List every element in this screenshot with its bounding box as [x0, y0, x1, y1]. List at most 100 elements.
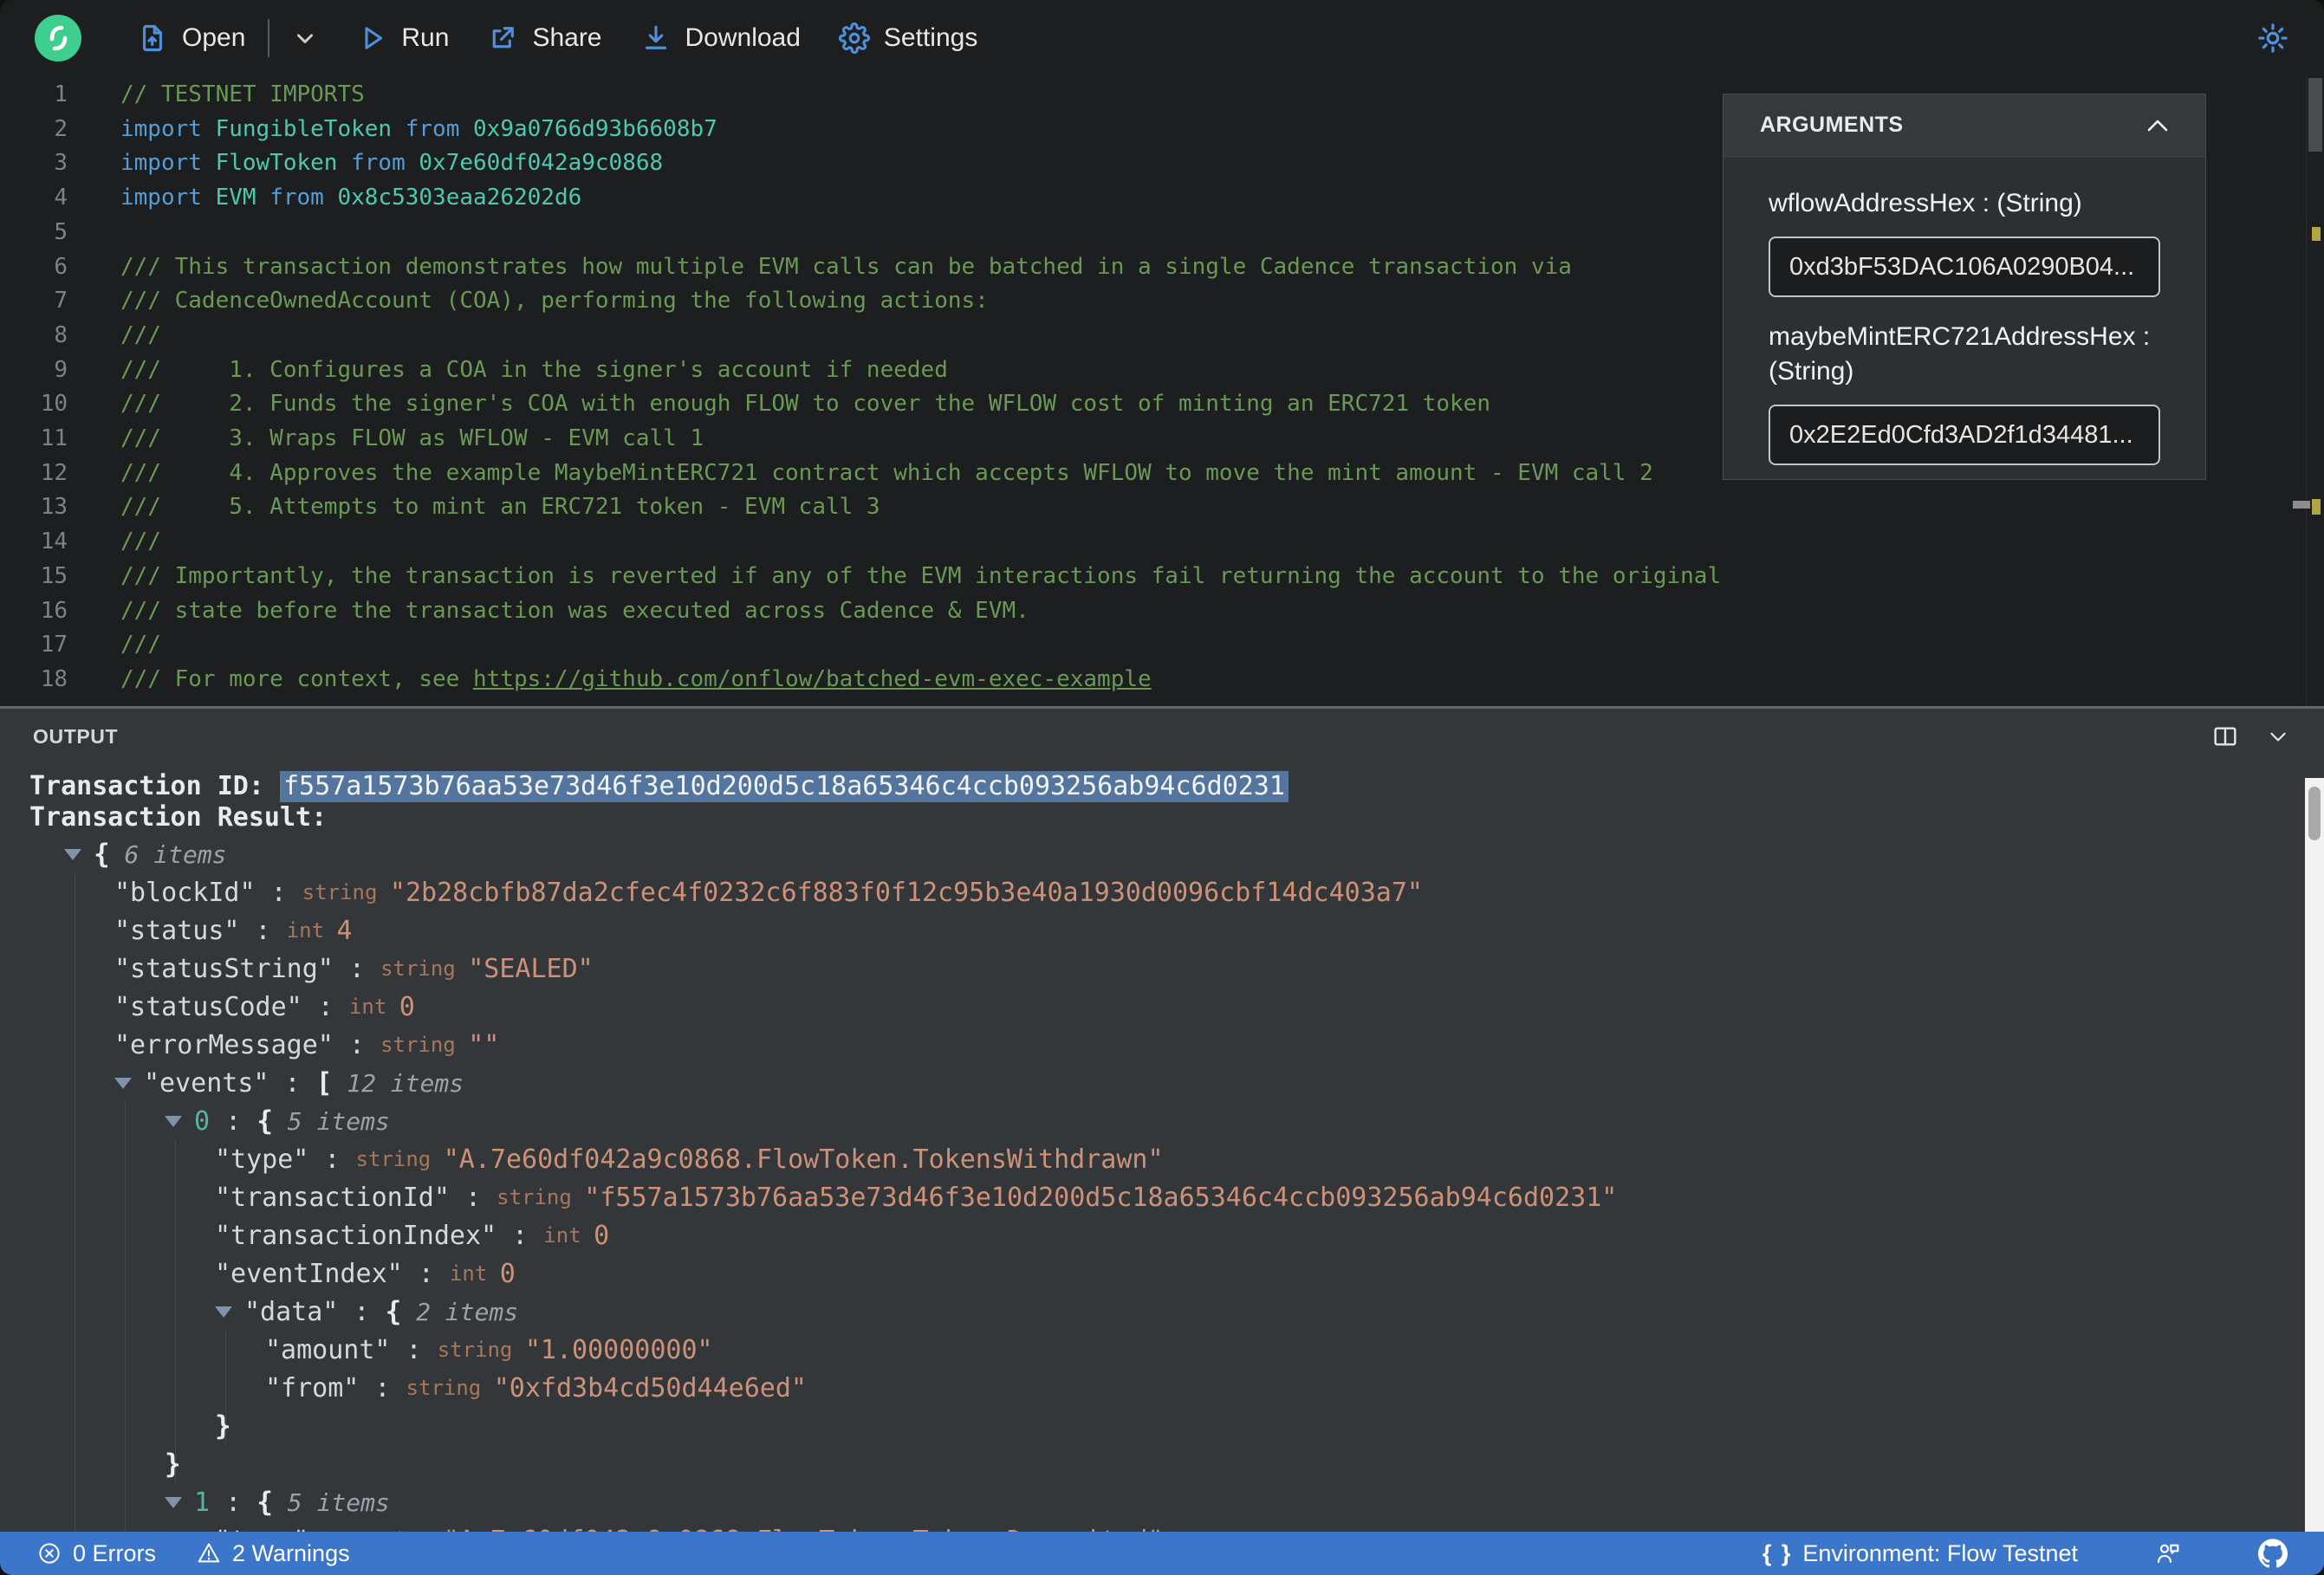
editor-scrollbar-thumb[interactable] [2308, 78, 2322, 152]
json-close-bracket: } [165, 1449, 181, 1480]
code-token: 0x7e60df042a9c0868 [419, 150, 664, 177]
json-key: "from" [265, 1372, 360, 1403]
json-key: "transactionId" [215, 1182, 450, 1213]
json-tree-row: "amount" : string "1.00000000" [29, 1331, 2289, 1369]
code-token: FlowToken [215, 150, 352, 177]
json-tree-row: "status" : int 4 [29, 911, 2289, 950]
code-link[interactable]: https://github.com/onflow/batched-evm-ex… [473, 666, 1152, 692]
code-token: /// [120, 632, 161, 658]
code-token: EVM [215, 185, 270, 211]
json-type-label: string [380, 956, 469, 981]
transaction-result-label: Transaction Result: [29, 802, 328, 833]
json-tree-row: "errorMessage" : string "" [29, 1026, 2289, 1064]
toolbar: Open Run Share Download Settings [0, 0, 2324, 76]
code-token: import [120, 115, 216, 142]
flow-logo[interactable] [35, 15, 81, 62]
chevron-down-icon[interactable] [2265, 723, 2291, 749]
json-key: "blockId" [114, 877, 256, 908]
argument-input-maybeMintERC721AddressHex[interactable] [1769, 405, 2160, 465]
open-button[interactable]: Open [137, 23, 245, 54]
json-value: 0 [399, 991, 415, 1022]
run-button[interactable]: Run [356, 23, 449, 54]
code-token: /// 1. Configures a COA in the signer's … [120, 356, 948, 383]
gear-icon [838, 23, 870, 54]
json-tree-row: 0 : { 5 items [29, 1102, 2289, 1140]
json-type-label: string [302, 880, 390, 904]
arguments-panel-header[interactable]: ARGUMENTS [1724, 94, 2205, 157]
argument-input-wflowAddressHex[interactable] [1769, 237, 2160, 297]
json-value: "SEALED" [468, 953, 594, 984]
json-type-label: int [449, 1261, 500, 1286]
json-separator: : [359, 1372, 406, 1403]
json-close-row: } [29, 1445, 2289, 1483]
code-line: 16 /// state before the transaction was e… [0, 594, 2324, 629]
json-value: "" [468, 1029, 500, 1060]
environment-label: Environment: Flow Testnet [1802, 1539, 2078, 1566]
json-key: "events" [144, 1067, 269, 1099]
json-type-label: string [406, 1376, 494, 1400]
line-number: 6 [54, 253, 68, 280]
expander-arrow-icon[interactable] [165, 1496, 182, 1508]
open-dropdown-button[interactable] [292, 25, 318, 51]
json-tree-row: "statusCode" : int 0 [29, 988, 2289, 1026]
github-link[interactable] [2258, 1539, 2288, 1568]
chevron-up-icon[interactable] [2145, 117, 2171, 134]
json-separator: : [402, 1258, 450, 1289]
json-tree-row: "blockId" : string "2b28cbfb87da2cfec4f0… [29, 873, 2289, 911]
json-key: "errorMessage" [114, 1029, 334, 1060]
expander-arrow-icon[interactable] [165, 1115, 182, 1127]
json-bracket: { [94, 839, 110, 870]
feedback-button[interactable] [2154, 1539, 2182, 1567]
expander-arrow-icon[interactable] [64, 848, 81, 860]
warning-triangle-icon [198, 1543, 220, 1563]
share-button-label: Share [532, 23, 602, 52]
theme-toggle-button[interactable] [2256, 22, 2289, 55]
json-type-label: int [348, 995, 399, 1019]
json-item-count: 2 items [401, 1297, 519, 1326]
line-number: 1 [54, 81, 68, 107]
download-button[interactable]: Download [640, 23, 801, 54]
json-key: "eventIndex" [215, 1258, 403, 1289]
json-index: 0 [194, 1105, 211, 1137]
json-separator: : [338, 1296, 386, 1327]
json-type-label: string [497, 1185, 585, 1209]
toolbar-divider [268, 19, 270, 57]
line-number: 7 [54, 288, 68, 314]
code-line: 13 /// 5. Attempts to mint an ERC721 toke… [0, 490, 2324, 525]
output-scrollbar-track[interactable] [2305, 778, 2324, 1532]
settings-button[interactable]: Settings [838, 23, 977, 54]
json-separator: : [210, 1487, 257, 1518]
line-number: 18 [40, 665, 68, 692]
json-separator: : [333, 953, 381, 984]
json-close-row: } [29, 1407, 2289, 1445]
expander-arrow-icon[interactable] [114, 1077, 132, 1089]
environment-status[interactable]: { } Environment: Flow Testnet [1762, 1540, 2078, 1567]
expander-arrow-icon[interactable] [215, 1306, 232, 1318]
code-token: import [120, 150, 216, 177]
json-tree-row: "type" : string "A.7e60df042a9c0868.Flow… [29, 1521, 2289, 1533]
code-line: 15 /// Importantly, the transaction is re… [0, 560, 2324, 594]
warnings-status[interactable]: 2 Warnings [196, 1540, 350, 1567]
error-circle-icon [39, 1543, 60, 1564]
output-content: Transaction ID: f557a1573b76aa53e73d46f3… [29, 771, 2289, 1532]
json-separator: : [269, 1067, 316, 1099]
sun-icon [2258, 23, 2288, 53]
line-number: 8 [54, 321, 68, 348]
line-number: 12 [40, 459, 68, 486]
code-token: from [269, 185, 338, 211]
json-type-label: string [355, 1147, 444, 1171]
code-token: /// 3. Wraps FLOW as WFLOW - EVM call 1 [120, 425, 704, 452]
split-panes-icon[interactable] [2211, 723, 2239, 750]
errors-status[interactable]: 0 Errors [36, 1540, 156, 1567]
json-value: "A.7e60df042a9c0868.FlowToken.TokensWith… [443, 1144, 1164, 1175]
code-token: /// CadenceOwnedAccount (COA), performin… [120, 288, 989, 314]
code-token: from [405, 115, 474, 142]
transaction-id-value[interactable]: f557a1573b76aa53e73d46f3e10d200d5c18a653… [279, 771, 1289, 802]
app-window: Open Run Share Download Settings 1 // TE… [0, 0, 2324, 1575]
argument-label: maybeMintERC721AddressHex : (String) [1769, 322, 2151, 386]
output-scrollbar-thumb[interactable] [2308, 787, 2321, 840]
share-button[interactable]: Share [487, 23, 602, 54]
json-close-bracket: } [215, 1410, 231, 1442]
output-panel: OUTPUT Transaction ID: f557a1573b76aa53e… [0, 709, 2324, 1532]
line-number: 13 [40, 494, 68, 521]
